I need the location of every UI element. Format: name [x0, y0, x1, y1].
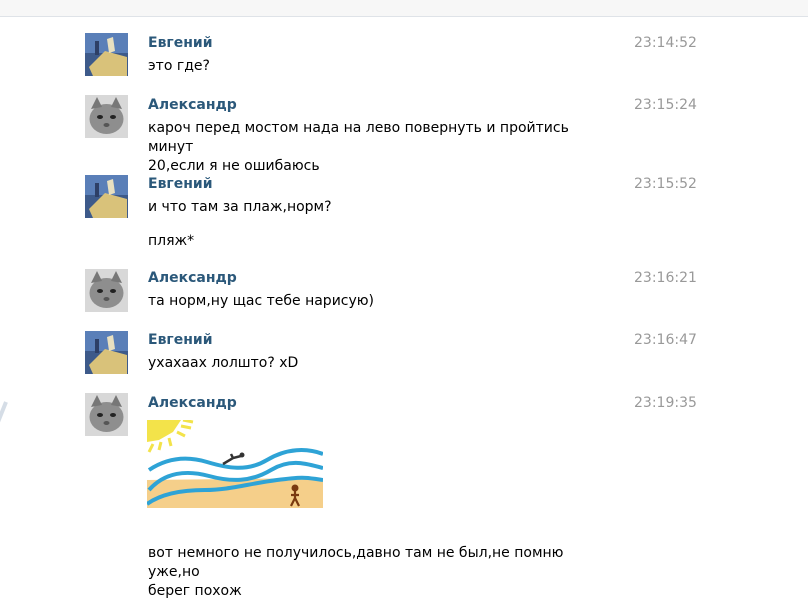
message-line: кароч перед мостом нада на лево повернут… — [148, 120, 569, 155]
message-line: 20,если я не ошибаюсь — [148, 158, 320, 174]
message-line: это где? — [148, 58, 210, 74]
message-text: кароч перед мостом нада на лево повернут… — [148, 119, 608, 176]
user-avatar[interactable] — [85, 331, 128, 374]
message-text: ухахаах лолшто? xD — [148, 354, 608, 373]
author-name[interactable]: Евгений — [148, 176, 213, 192]
message-time[interactable]: 23:15:52 — [634, 176, 697, 192]
message-line: ухахаах лолшто? xD — [148, 355, 299, 371]
message-text-extra: пляж* — [148, 233, 195, 249]
author-name[interactable]: Евгений — [148, 332, 213, 348]
beach-drawing-image[interactable] — [147, 420, 323, 508]
message-text: та норм,ну щас тебе нарисую) — [148, 292, 608, 311]
side-arrow-icon — [0, 401, 8, 423]
message-time[interactable]: 23:15:24 — [634, 97, 697, 113]
user-avatar[interactable] — [85, 95, 128, 138]
user-avatar[interactable] — [85, 33, 128, 76]
author-name[interactable]: Александр — [148, 270, 237, 286]
author-name[interactable]: Александр — [148, 395, 237, 411]
blue-avatar-icon — [85, 175, 128, 218]
cat-avatar-icon — [85, 393, 128, 436]
message-line: вот немного не получилось,давно там не б… — [148, 545, 564, 580]
cat-avatar-icon — [85, 269, 128, 312]
top-bar — [0, 0, 808, 17]
author-name[interactable]: Евгений — [148, 35, 213, 51]
message-text: и что там за плаж,норм? — [148, 198, 608, 217]
blue-avatar-icon — [85, 331, 128, 374]
user-avatar[interactable] — [85, 175, 128, 218]
user-avatar[interactable] — [85, 269, 128, 312]
message-line: та норм,ну щас тебе нарисую) — [148, 293, 375, 309]
message-time[interactable]: 23:16:47 — [634, 332, 697, 348]
message-text: вот немного не получилось,давно там не б… — [148, 544, 608, 601]
message-time[interactable]: 23:16:21 — [634, 270, 697, 286]
message-time[interactable]: 23:19:35 — [634, 395, 697, 411]
author-name[interactable]: Александр — [148, 97, 237, 113]
message-time[interactable]: 23:14:52 — [634, 35, 697, 51]
message-line: и что там за плаж,норм? — [148, 199, 332, 215]
blue-avatar-icon — [85, 33, 128, 76]
message-line: берег похож — [148, 583, 242, 599]
user-avatar[interactable] — [85, 393, 128, 436]
message-text: это где? — [148, 57, 608, 76]
cat-avatar-icon — [85, 95, 128, 138]
